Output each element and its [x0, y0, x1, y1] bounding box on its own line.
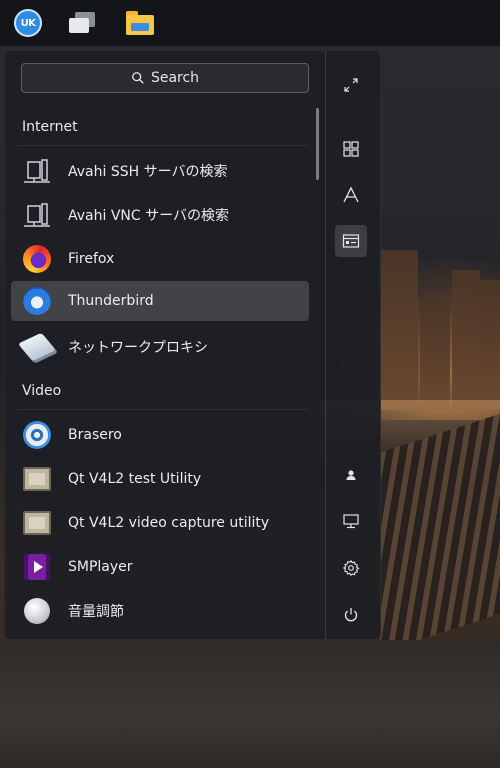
app-label: Firefox	[68, 251, 115, 267]
volume-control-icon	[20, 594, 54, 628]
search-input[interactable]: Search	[21, 63, 309, 93]
launcher-button[interactable]: UK	[12, 7, 44, 39]
category-view-button[interactable]	[335, 225, 367, 257]
app-label: ネットワークプロキシ	[68, 340, 208, 356]
user-icon	[346, 470, 356, 480]
category-video[interactable]: Video	[22, 383, 61, 399]
thunderbird-icon	[20, 284, 54, 318]
gear-icon	[342, 559, 360, 577]
app-qt-v4l2-test[interactable]: Qt V4L2 test Utility	[11, 459, 309, 499]
expand-button[interactable]	[335, 69, 367, 101]
window-switcher-icon	[67, 12, 97, 34]
app-smplayer[interactable]: SMPlayer	[11, 547, 309, 587]
app-qt-v4l2-capture[interactable]: Qt V4L2 video capture utility	[11, 503, 309, 543]
letter-a-icon	[343, 186, 359, 203]
network-server-icon	[20, 154, 54, 188]
settings-button[interactable]	[335, 552, 367, 584]
app-firefox[interactable]: Firefox	[11, 239, 309, 279]
sidebar-divider	[325, 51, 326, 639]
grid-icon	[343, 141, 359, 157]
category-list-icon	[342, 234, 360, 248]
building	[378, 250, 418, 410]
user-button[interactable]	[335, 459, 367, 491]
expand-icon	[344, 78, 358, 92]
computer-button[interactable]	[335, 505, 367, 537]
brasero-icon	[20, 418, 54, 452]
app-label: Thunderbird	[68, 293, 154, 309]
app-label: Qt V4L2 test Utility	[68, 471, 202, 487]
app-avahi-vnc[interactable]: Avahi VNC サーバの検索	[11, 195, 309, 235]
app-thunderbird[interactable]: Thunderbird	[11, 281, 309, 321]
category-internet[interactable]: Internet	[22, 119, 78, 135]
app-brasero[interactable]: Brasero	[11, 415, 309, 455]
building	[476, 280, 500, 410]
app-label: Brasero	[68, 427, 122, 443]
alphabetical-view-button[interactable]	[335, 179, 367, 211]
app-label: Avahi SSH サーバの検索	[68, 164, 228, 180]
all-apps-grid-button[interactable]	[335, 133, 367, 165]
network-server-icon	[20, 198, 54, 232]
folder-icon	[126, 11, 154, 35]
app-label: Avahi VNC サーバの検索	[68, 208, 229, 224]
scrollbar-thumb[interactable]	[316, 108, 319, 180]
network-proxy-icon	[17, 330, 57, 364]
start-menu: Search Internet Avahi SSH サーバの検索 Avahi V…	[4, 50, 381, 640]
video-film-icon	[20, 506, 54, 540]
search-placeholder: Search	[150, 70, 200, 86]
app-label: Qt V4L2 video capture utility	[68, 515, 270, 531]
video-film-icon	[20, 462, 54, 496]
taskbar: UK	[0, 0, 500, 46]
building	[420, 300, 450, 410]
app-volume-control[interactable]: 音量調節	[11, 591, 309, 631]
launcher-logo-text: UK	[20, 17, 36, 29]
power-icon	[344, 608, 358, 622]
app-avahi-ssh[interactable]: Avahi SSH サーバの検索	[11, 151, 309, 191]
ground	[0, 640, 500, 768]
search-icon	[132, 72, 144, 84]
window-switcher-button[interactable]	[66, 7, 98, 39]
app-label: 音量調節	[68, 604, 124, 620]
smplayer-icon	[20, 550, 54, 584]
firefox-icon	[20, 242, 54, 276]
app-label: SMPlayer	[68, 559, 133, 575]
category-divider	[17, 145, 309, 146]
file-manager-button[interactable]	[124, 7, 156, 39]
ukui-logo-icon: UK	[14, 9, 42, 37]
category-divider	[17, 409, 309, 410]
app-network-proxy[interactable]: ネットワークプロキシ	[11, 327, 309, 367]
computer-icon	[343, 514, 359, 529]
power-button[interactable]	[335, 599, 367, 631]
